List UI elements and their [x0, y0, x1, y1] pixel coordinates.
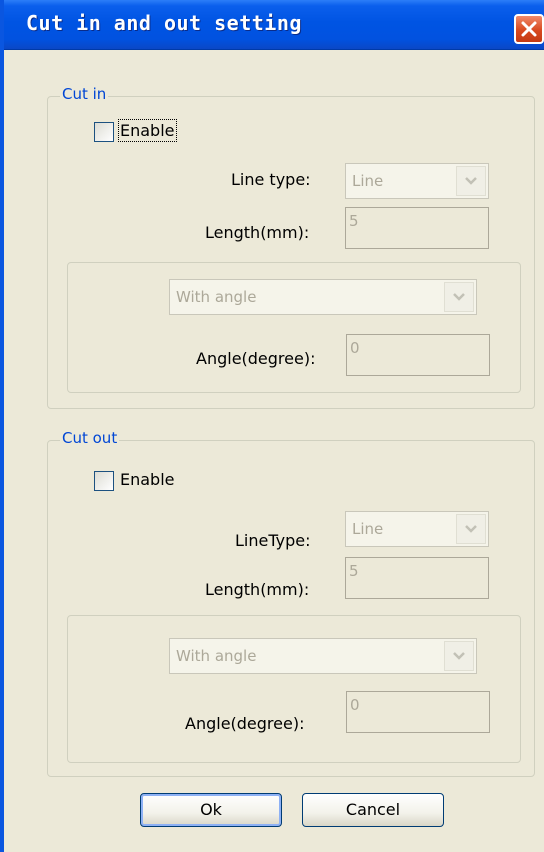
- cut-in-enable-label[interactable]: Enable: [118, 119, 177, 142]
- cut-in-enable-checkbox[interactable]: [94, 122, 114, 142]
- chevron-down-icon: [453, 293, 465, 301]
- title-bar[interactable]: Cut in and out setting: [4, 0, 544, 50]
- cut-out-angle-label: Angle(degree):: [185, 714, 305, 733]
- cut-out-line-type-select[interactable]: Line: [345, 511, 489, 547]
- cut-out-enable-checkbox[interactable]: [94, 471, 114, 491]
- cut-out-length-label: Length(mm):: [205, 580, 310, 599]
- cut-out-group: Cut out Enable LineType: Line Length(mm)…: [47, 429, 535, 777]
- cut-out-angle-mode-dropdown-button[interactable]: [444, 641, 474, 671]
- cut-out-length-input[interactable]: 5: [345, 557, 489, 599]
- close-icon: [521, 21, 537, 37]
- cut-out-angle-value: 0: [350, 696, 360, 714]
- ok-button[interactable]: Ok: [140, 793, 282, 827]
- dialog-window: Cut in and out setting Cut in Enable Lin…: [0, 0, 544, 852]
- cut-out-angle-input[interactable]: 0: [346, 691, 490, 733]
- cut-out-line-type-value: Line: [352, 520, 384, 538]
- cut-in-group-label: Cut in: [60, 85, 109, 103]
- cut-in-line-type-dropdown-button[interactable]: [456, 166, 486, 196]
- cut-out-angle-mode-value: With angle: [176, 647, 257, 665]
- cut-in-length-label: Length(mm):: [205, 223, 310, 242]
- cut-in-group: Cut in Enable Line type: Line Length(mm)…: [47, 85, 535, 409]
- cut-in-length-value: 5: [349, 212, 359, 230]
- cut-out-line-type-dropdown-button[interactable]: [456, 514, 486, 544]
- cut-in-line-type-select[interactable]: Line: [345, 163, 489, 199]
- cut-in-line-type-label: Line type:: [231, 170, 311, 189]
- cut-out-enable-label[interactable]: Enable: [120, 470, 175, 489]
- close-button[interactable]: [514, 14, 544, 44]
- cut-in-angle-value: 0: [350, 339, 360, 357]
- cut-out-line-type-label: LineType:: [235, 531, 311, 550]
- cut-out-angle-mode-select[interactable]: With angle: [169, 638, 477, 674]
- cut-in-line-type-value: Line: [352, 172, 384, 190]
- cut-in-angle-mode-value: With angle: [176, 288, 257, 306]
- chevron-down-icon: [453, 652, 465, 660]
- cut-out-length-value: 5: [349, 562, 359, 580]
- cut-in-angle-mode-dropdown-button[interactable]: [444, 282, 474, 312]
- cancel-button[interactable]: Cancel: [302, 793, 444, 827]
- cut-in-angle-label: Angle(degree):: [196, 349, 316, 368]
- cut-in-angle-mode-select[interactable]: With angle: [169, 279, 477, 315]
- window-title: Cut in and out setting: [26, 11, 302, 35]
- cut-in-angle-panel: With angle Angle(degree): 0: [67, 262, 521, 393]
- chevron-down-icon: [465, 525, 477, 533]
- cut-in-angle-input[interactable]: 0: [346, 334, 490, 376]
- chevron-down-icon: [465, 177, 477, 185]
- cut-out-group-label: Cut out: [60, 429, 120, 447]
- cut-out-angle-panel: With angle Angle(degree): 0: [67, 615, 521, 763]
- cut-in-length-input[interactable]: 5: [345, 207, 489, 249]
